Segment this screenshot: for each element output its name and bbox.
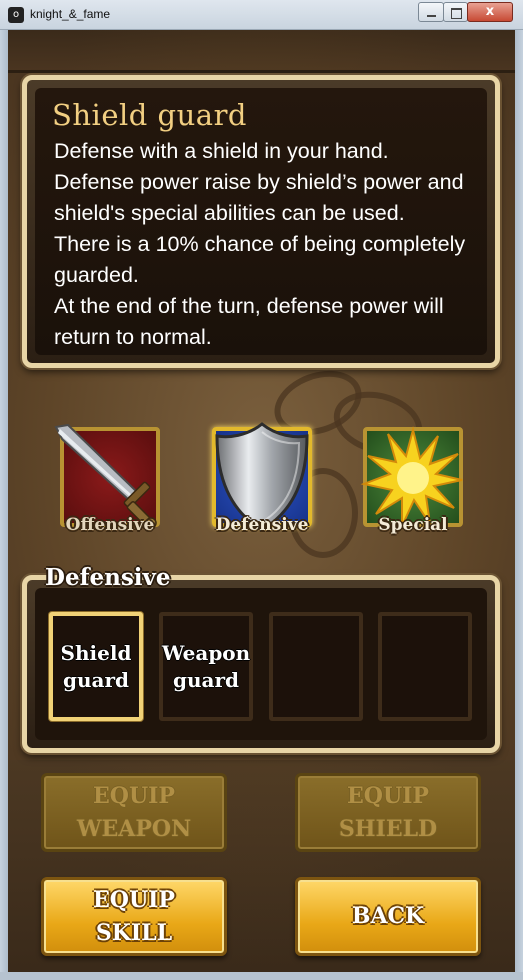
app-icon: o [8, 7, 24, 23]
skill-description: Defense with a shield in your hand. Defe… [54, 139, 466, 349]
skill-slot-shield-guard[interactable]: Shield guard [49, 612, 143, 721]
skill-slot-empty[interactable] [378, 612, 472, 721]
window-frame-right [515, 30, 523, 980]
equip-shield-label: EQUIP SHIELD [338, 782, 438, 842]
back-button[interactable]: BACK [295, 877, 481, 956]
window-frame-bottom [0, 972, 523, 980]
equip-skill-label: EQUIP SKILL [93, 886, 175, 946]
minimize-button[interactable] [418, 2, 444, 22]
equip-weapon-label: EQUIP WEAPON [76, 782, 192, 842]
category-offensive-label: Offensive [65, 515, 155, 535]
maximize-button[interactable] [443, 2, 468, 22]
category-defensive-label: Defensive [215, 515, 309, 535]
skill-slot-label: Shield guard [60, 640, 132, 692]
window-frame-left [0, 30, 8, 980]
game-screen: Shield guard Defense with a shield in yo… [8, 30, 515, 972]
skill-description-inner: Shield guard Defense with a shield in yo… [35, 88, 487, 355]
window-titlebar[interactable]: o knight_&_fame x [0, 0, 523, 30]
window-title: knight_&_fame [30, 7, 111, 21]
skill-description-panel: Shield guard Defense with a shield in yo… [22, 75, 500, 368]
equip-skill-button[interactable]: EQUIP SKILL [41, 877, 227, 956]
category-defensive[interactable]: Defensive [212, 422, 312, 535]
close-button[interactable]: x [467, 2, 513, 22]
skill-slot-label: Weapon guard [161, 640, 251, 692]
category-special-label: Special [378, 515, 448, 535]
back-label: BACK [351, 903, 425, 929]
skill-slot-empty[interactable] [269, 612, 363, 721]
equip-shield-button[interactable]: EQUIP SHIELD [295, 773, 481, 852]
category-special[interactable]: Special [360, 426, 463, 535]
equip-weapon-button[interactable]: EQUIP WEAPON [41, 773, 227, 852]
skill-list-title: Defensive [45, 564, 171, 591]
skill-name: Shield guard [52, 98, 247, 132]
skill-slot-weapon-guard[interactable]: Weapon guard [159, 612, 253, 721]
category-offensive[interactable]: Offensive [54, 423, 160, 535]
